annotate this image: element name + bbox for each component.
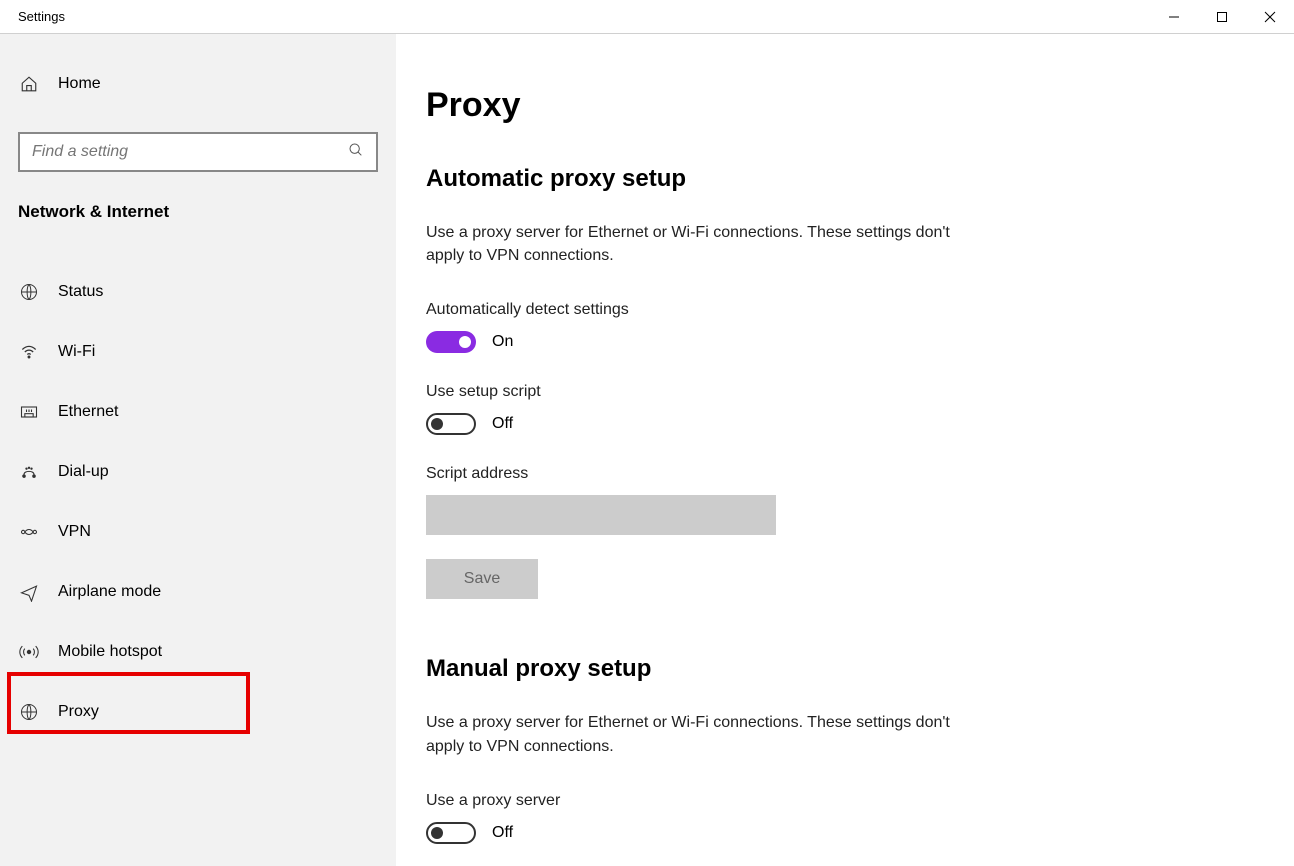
- sidebar-category: Network & Internet: [0, 202, 396, 222]
- sidebar-home-label: Home: [58, 75, 101, 93]
- sidebar-item-proxy[interactable]: Proxy: [0, 682, 396, 742]
- save-button: Save: [426, 559, 538, 599]
- sidebar-item-label: Proxy: [58, 703, 99, 721]
- use-proxy-state: Off: [492, 824, 513, 842]
- status-icon: [18, 282, 40, 302]
- script-address-input: [426, 495, 776, 535]
- sidebar-item-wifi[interactable]: Wi-Fi: [0, 322, 396, 382]
- sidebar-item-ethernet[interactable]: Ethernet: [0, 382, 396, 442]
- wifi-icon: [18, 342, 40, 362]
- manual-section-title: Manual proxy setup: [426, 655, 1294, 683]
- sidebar-item-label: Status: [58, 283, 103, 301]
- sidebar-item-label: Wi-Fi: [58, 343, 95, 361]
- search-input[interactable]: [18, 132, 378, 172]
- maximize-button[interactable]: [1198, 0, 1246, 34]
- window-title: Settings: [18, 9, 65, 24]
- dialup-icon: [18, 462, 40, 482]
- sidebar-item-label: VPN: [58, 523, 91, 541]
- home-icon: [18, 75, 40, 93]
- use-proxy-label: Use a proxy server: [426, 792, 1294, 810]
- setup-script-label: Use setup script: [426, 383, 1294, 401]
- use-proxy-toggle[interactable]: [426, 822, 476, 844]
- page-title: Proxy: [426, 86, 1294, 125]
- globe-icon: [18, 702, 40, 722]
- sidebar-item-status[interactable]: Status: [0, 262, 396, 322]
- sidebar-item-vpn[interactable]: VPN: [0, 502, 396, 562]
- sidebar-item-label: Mobile hotspot: [58, 643, 162, 661]
- script-address-label: Script address: [426, 465, 1294, 483]
- setup-script-toggle[interactable]: [426, 413, 476, 435]
- minimize-button[interactable]: [1150, 0, 1198, 34]
- auto-detect-label: Automatically detect settings: [426, 301, 1294, 319]
- sidebar-item-label: Airplane mode: [58, 583, 161, 601]
- manual-section-desc: Use a proxy server for Ethernet or Wi-Fi…: [426, 711, 966, 757]
- auto-detect-state: On: [492, 333, 513, 351]
- hotspot-icon: [18, 642, 40, 662]
- sidebar-home[interactable]: Home: [0, 64, 396, 104]
- content-area: Proxy Automatic proxy setup Use a proxy …: [396, 34, 1294, 866]
- sidebar: Home Network & Internet Status Wi-Fi: [0, 34, 396, 866]
- sidebar-item-label: Ethernet: [58, 403, 118, 421]
- titlebar: Settings: [0, 0, 1294, 34]
- sidebar-item-label: Dial-up: [58, 463, 109, 481]
- airplane-icon: [18, 582, 40, 602]
- ethernet-icon: [18, 402, 40, 422]
- auto-detect-toggle[interactable]: [426, 331, 476, 353]
- search-icon: [348, 142, 364, 163]
- vpn-icon: [18, 522, 40, 542]
- auto-section-desc: Use a proxy server for Ethernet or Wi-Fi…: [426, 221, 966, 267]
- sidebar-item-airplane[interactable]: Airplane mode: [0, 562, 396, 622]
- search-field[interactable]: [32, 143, 348, 161]
- sidebar-item-dialup[interactable]: Dial-up: [0, 442, 396, 502]
- setup-script-state: Off: [492, 415, 513, 433]
- auto-section-title: Automatic proxy setup: [426, 165, 1294, 193]
- window-controls: [1150, 0, 1294, 34]
- close-button[interactable]: [1246, 0, 1294, 34]
- sidebar-item-hotspot[interactable]: Mobile hotspot: [0, 622, 396, 682]
